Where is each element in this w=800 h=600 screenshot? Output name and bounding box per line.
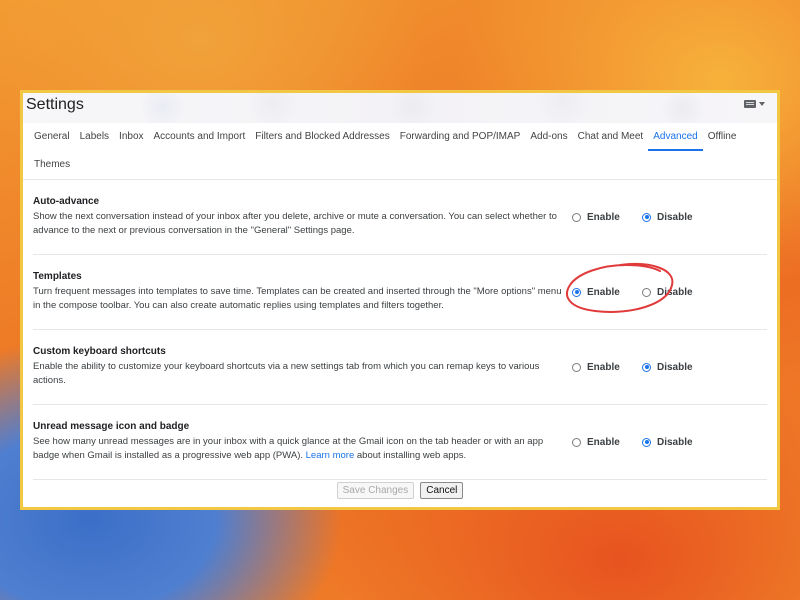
tab-advanced[interactable]: Advanced (648, 123, 703, 151)
tab-offline[interactable]: Offline (703, 123, 742, 151)
setting-title: Unread message icon and badge (33, 421, 190, 432)
unread-badge-disable-option[interactable]: Disable (642, 437, 712, 448)
learn-more-link[interactable]: Learn more (306, 450, 355, 461)
option-label: Disable (657, 361, 693, 373)
description-text: See how many unread messages are in your… (33, 436, 544, 461)
tab-chat-and-meet[interactable]: Chat and Meet (573, 123, 649, 151)
shortcuts-disable-radio[interactable] (642, 362, 651, 372)
cancel-button[interactable]: Cancel (420, 482, 464, 499)
setting-options: Enable Disable (572, 212, 742, 223)
tab-inbox[interactable]: Inbox (114, 123, 148, 151)
save-changes-button[interactable]: Save Changes (336, 482, 415, 499)
setting-options: Enable Disable (572, 362, 742, 373)
setting-text: Custom keyboard shortcuts Enable the abi… (33, 346, 563, 388)
setting-text: Unread message icon and badge See how ma… (33, 421, 563, 463)
setting-row-auto-advance: Auto-advance Show the next conversation … (33, 180, 767, 255)
setting-description: Turn frequent messages into templates to… (33, 286, 562, 311)
setting-text: Templates Turn frequent messages into te… (33, 271, 563, 313)
option-label: Enable (587, 211, 620, 223)
auto-advance-enable-radio[interactable] (572, 212, 581, 222)
setting-title: Custom keyboard shortcuts (33, 346, 166, 357)
settings-list: Auto-advance Show the next conversation … (23, 180, 777, 499)
setting-title: Auto-advance (33, 196, 100, 207)
setting-description: Show the next conversation instead of yo… (33, 211, 557, 236)
auto-advance-enable-option[interactable]: Enable (572, 212, 642, 223)
input-tools-button[interactable] (744, 100, 765, 108)
chevron-down-icon (759, 102, 765, 106)
option-label: Enable (587, 436, 620, 448)
setting-title: Templates (33, 271, 82, 282)
tab-add-ons[interactable]: Add-ons (525, 123, 572, 151)
templates-disable-option[interactable]: Disable (642, 287, 712, 298)
templates-enable-option[interactable]: Enable (572, 287, 642, 298)
auto-advance-disable-radio[interactable] (642, 212, 651, 222)
tab-themes[interactable]: Themes (29, 151, 75, 179)
shortcuts-enable-radio[interactable] (572, 362, 581, 372)
page-title: Settings (26, 96, 84, 113)
templates-disable-radio[interactable] (642, 287, 651, 297)
tab-forwarding-pop-imap[interactable]: Forwarding and POP/IMAP (395, 123, 526, 151)
tab-labels[interactable]: Labels (75, 123, 114, 151)
setting-description: See how many unread messages are in your… (33, 435, 563, 463)
option-label: Enable (587, 361, 620, 373)
setting-options: Enable Disable (572, 287, 742, 298)
unread-badge-enable-option[interactable]: Enable (572, 437, 642, 448)
setting-row-custom-keyboard-shortcuts: Custom keyboard shortcuts Enable the abi… (33, 330, 767, 405)
setting-text: Auto-advance Show the next conversation … (33, 196, 563, 238)
option-label: Disable (657, 286, 693, 298)
tab-accounts-and-import[interactable]: Accounts and Import (149, 123, 251, 151)
option-label: Disable (657, 436, 693, 448)
unread-badge-disable-radio[interactable] (642, 437, 651, 447)
settings-panel: Settings General Labels Inbox Accounts a… (20, 90, 780, 510)
shortcuts-disable-option[interactable]: Disable (642, 362, 712, 373)
form-actions: Save Changes Cancel (33, 482, 767, 499)
tab-general[interactable]: General (29, 123, 75, 151)
option-label: Enable (587, 286, 620, 298)
auto-advance-disable-option[interactable]: Disable (642, 212, 712, 223)
templates-enable-radio[interactable] (572, 287, 581, 297)
unread-badge-enable-radio[interactable] (572, 437, 581, 447)
shortcuts-enable-option[interactable]: Enable (572, 362, 642, 373)
setting-description: Enable the ability to customize your key… (33, 361, 540, 386)
setting-row-templates: Templates Turn frequent messages into te… (33, 255, 767, 330)
keyboard-icon (744, 100, 756, 108)
setting-options: Enable Disable (572, 437, 742, 448)
settings-header: Settings (23, 93, 777, 123)
settings-tabs: General Labels Inbox Accounts and Import… (23, 123, 777, 180)
setting-row-unread-badge: Unread message icon and badge See how ma… (33, 405, 767, 480)
option-label: Disable (657, 211, 693, 223)
description-text-after: about installing web apps. (356, 450, 467, 461)
tab-filters-and-blocked-addresses[interactable]: Filters and Blocked Addresses (250, 123, 395, 151)
